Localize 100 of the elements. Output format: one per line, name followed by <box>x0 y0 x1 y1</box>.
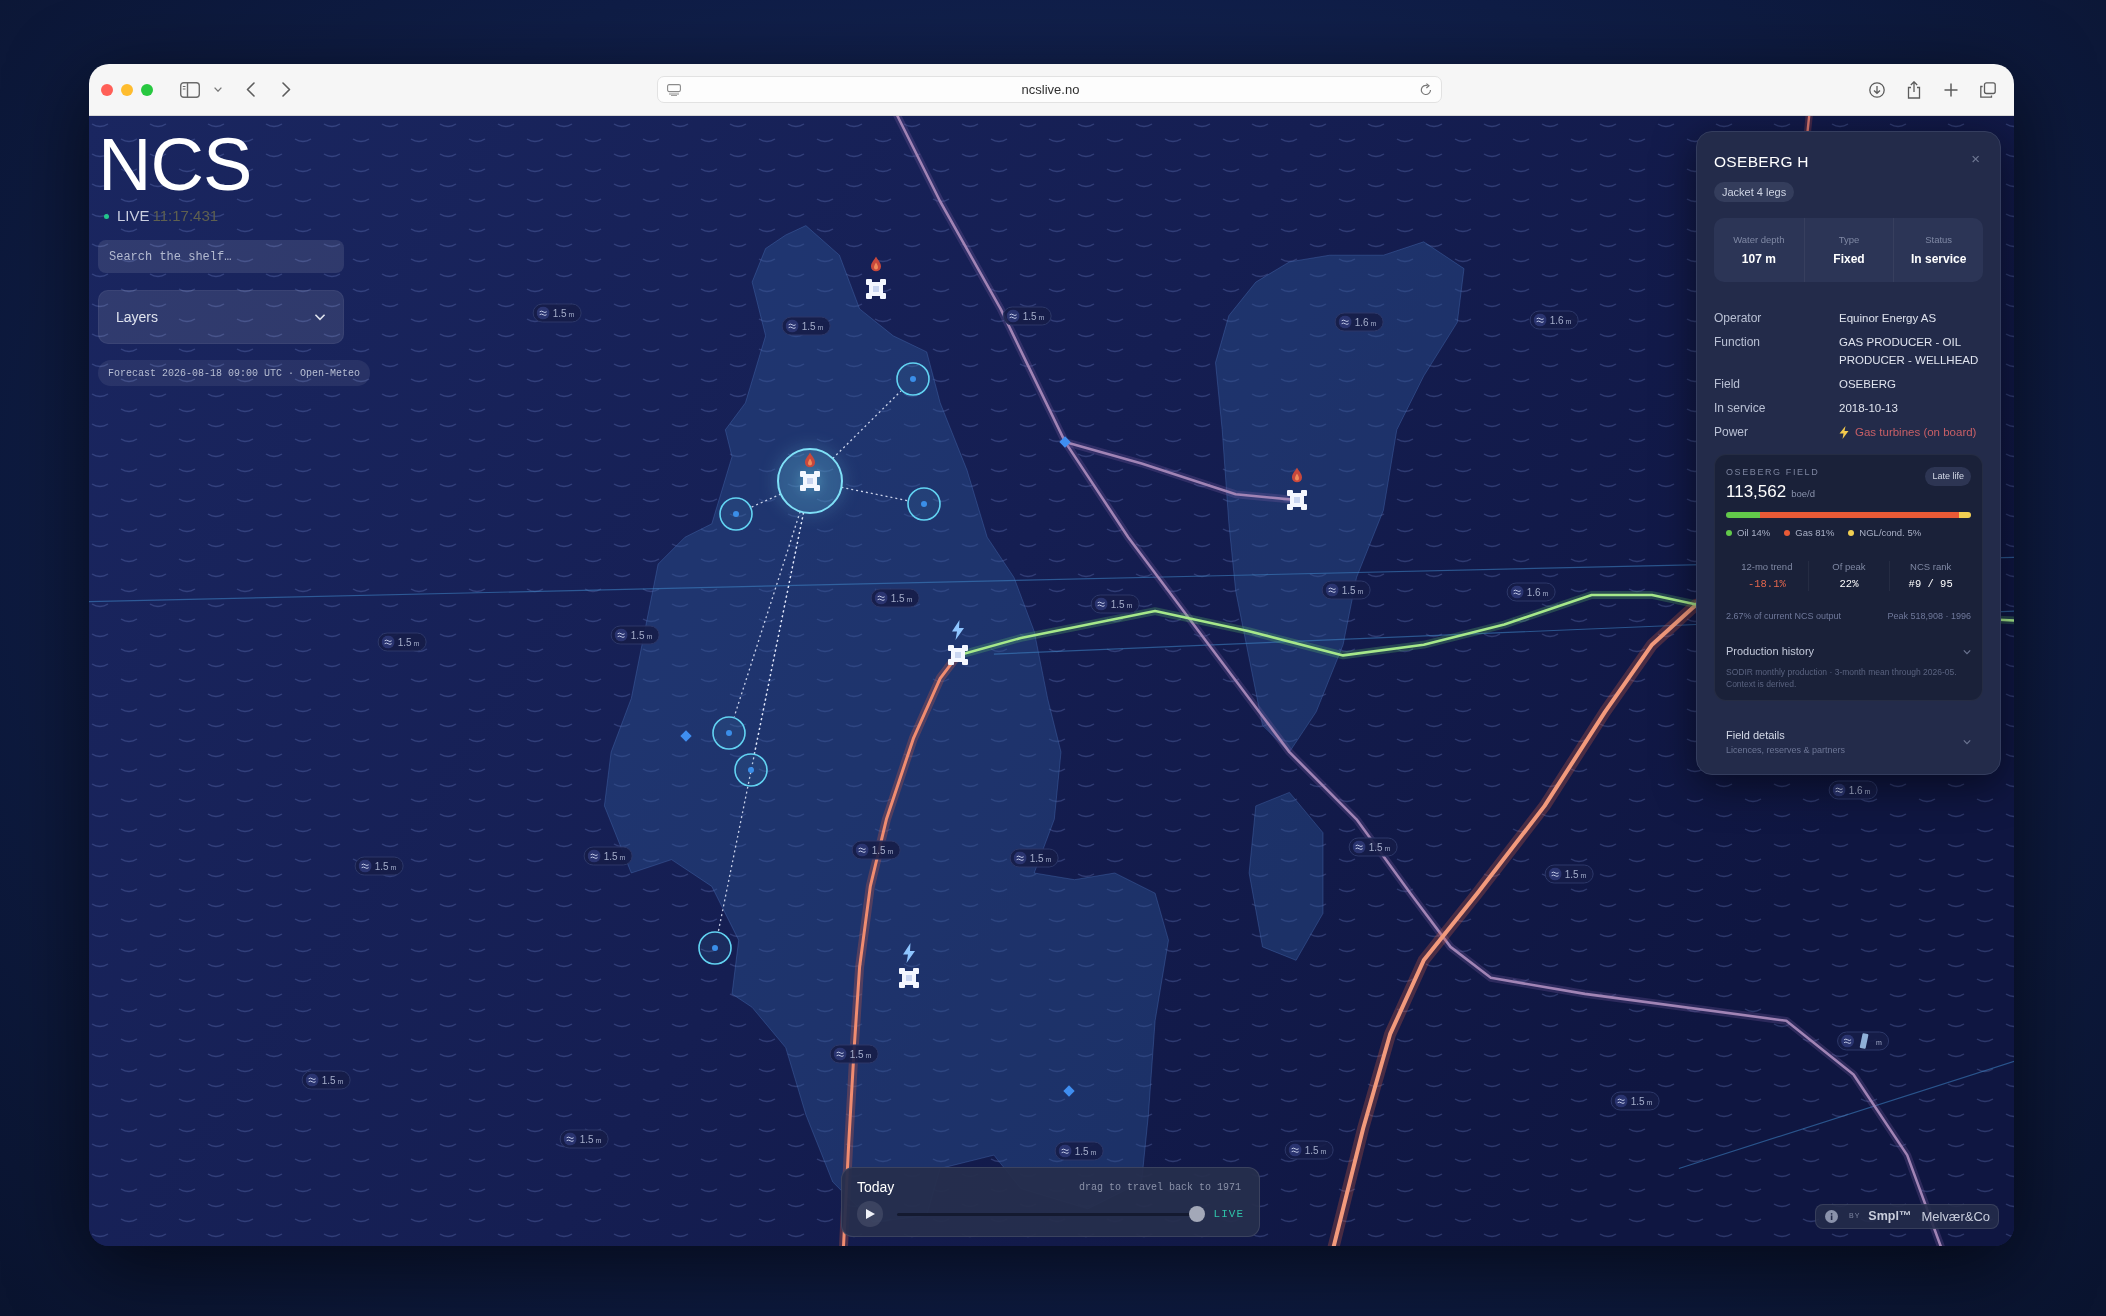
close-window-icon[interactable] <box>101 83 113 96</box>
slider-thumb[interactable] <box>1188 1206 1205 1222</box>
wave-icon <box>1058 1144 1072 1158</box>
wave-icon <box>1548 867 1562 881</box>
property-label: Power <box>1714 424 1749 441</box>
platform-icon[interactable] <box>776 447 844 515</box>
production-unit: boe/d <box>1791 487 1815 501</box>
structure-badge: Jacket 4 legs <box>1714 182 1795 202</box>
production-value: 113,562 <box>1726 481 1787 503</box>
download-icon[interactable] <box>1869 81 1885 98</box>
property-value: Gas turbines (on board) <box>1855 425 1977 440</box>
production-history-toggle[interactable]: Production history <box>1726 645 1971 658</box>
field-details-toggle[interactable]: Field details Licences, reserves & partners <box>1714 728 1983 756</box>
field-name: OSEBERG FIELD <box>1726 466 1820 479</box>
property-label: In service <box>1714 400 1767 417</box>
dotted-connector-line <box>832 390 902 460</box>
wave-icon <box>1006 309 1020 323</box>
stat-value: 107 m <box>1741 251 1776 267</box>
wave-icon <box>855 843 869 857</box>
property-value: GAS PRODUCER - OIL PRODUCER - WELLHEAD <box>1839 335 1980 368</box>
diamond-icon <box>1059 436 1071 448</box>
well-marker[interactable] <box>896 362 930 396</box>
share-note: 2.67% of current NCS output <box>1726 610 1842 622</box>
property-value: Equinor Energy AS <box>1839 311 1938 326</box>
chevron-down-icon[interactable] <box>214 87 222 92</box>
peak-note: Peak 518,908 · 1996 <box>1887 610 1971 622</box>
wave-icon <box>1510 585 1524 599</box>
property-value: 2018-10-13 <box>1839 401 1899 416</box>
stat-value: In service <box>1910 251 1967 267</box>
new-tab-icon[interactable] <box>1943 81 1959 98</box>
back-icon[interactable] <box>246 82 255 97</box>
dotted-connector-line <box>750 493 782 508</box>
wave-icon <box>1352 840 1366 854</box>
wave-icon <box>358 859 372 873</box>
address-bar[interactable]: ncslive.no <box>657 76 1442 103</box>
metric-label: NCS rank <box>1910 561 1952 573</box>
wave-icon <box>305 1073 319 1087</box>
live-label: LIVE <box>117 207 150 225</box>
lightning-icon <box>902 943 916 963</box>
wave-icon <box>1533 313 1547 327</box>
platform-icon[interactable] <box>1285 488 1309 512</box>
well-marker[interactable] <box>719 497 753 531</box>
tabs-icon[interactable] <box>1980 81 1996 98</box>
well-marker[interactable] <box>698 931 732 965</box>
forecast-label: Forecast 2026-08-18 09:00 UTC · Open-Meteo <box>98 360 371 386</box>
play-button[interactable] <box>857 1201 883 1227</box>
flame-icon <box>805 452 815 468</box>
forward-icon[interactable] <box>282 82 291 97</box>
wave-icon <box>874 591 888 605</box>
brand-link[interactable]: Smpl™ <box>1868 1207 1912 1226</box>
stat-label: Type <box>1838 233 1860 246</box>
live-clock: 11:17:431 <box>152 207 219 225</box>
sidebar-icon[interactable] <box>180 81 200 98</box>
wave-icon <box>563 1132 577 1146</box>
history-note: SODIR monthly production · 3-month mean through 2026-05. Context is derived. <box>1726 666 1958 690</box>
flame-icon <box>1292 467 1302 483</box>
app-title: NCS <box>98 128 252 202</box>
metric-value: 22% <box>1839 578 1859 591</box>
legend-label: Oil 14% <box>1737 527 1771 539</box>
legend-label: NGL/cond. 5% <box>1859 527 1922 539</box>
platform-name: OSEBERG H <box>1714 152 1809 172</box>
lifecycle-badge: Late life <box>1925 467 1971 486</box>
wave-icon <box>614 628 628 642</box>
diamond-icon <box>1063 1085 1075 1097</box>
stat-value: Fixed <box>1833 251 1865 267</box>
live-label: LIVE <box>1213 1206 1244 1222</box>
metric-label: Of peak <box>1832 561 1866 573</box>
metric-label: 12-mo trend <box>1741 561 1793 573</box>
wave-icon <box>536 306 550 320</box>
platform-icon[interactable] <box>946 643 970 667</box>
lightning-icon <box>1839 425 1849 439</box>
flame-icon <box>871 256 881 272</box>
wave-icon <box>1288 1143 1302 1157</box>
legend-label: Gas 81% <box>1795 527 1835 539</box>
property-label: Operator <box>1714 310 1763 327</box>
well-marker[interactable] <box>712 716 746 750</box>
wave-icon <box>785 319 799 333</box>
property-value: OSEBERG <box>1839 377 1897 392</box>
wave-icon <box>587 849 601 863</box>
well-marker[interactable] <box>907 487 941 521</box>
layers-dropdown[interactable]: Layers <box>98 290 344 344</box>
info-icon[interactable] <box>1825 1210 1838 1223</box>
wave-icon <box>1832 783 1846 797</box>
platform-icon[interactable] <box>864 277 888 301</box>
metric-value: #9 / 95 <box>1908 578 1953 591</box>
well-marker[interactable] <box>734 753 768 787</box>
wave-icon <box>833 1047 847 1061</box>
page-menu-icon[interactable] <box>667 83 681 96</box>
platform-icon[interactable] <box>897 966 921 990</box>
property-label: Function <box>1714 334 1762 351</box>
wave-icon <box>381 635 395 649</box>
brand-link[interactable]: Melvær&Co <box>1921 1206 1991 1227</box>
property-label: Field <box>1714 376 1741 393</box>
reload-icon[interactable] <box>1420 83 1432 96</box>
diamond-icon <box>680 730 692 742</box>
timeline-hint: drag to travel back to 1971 <box>1078 1180 1241 1195</box>
wave-icon <box>1325 583 1339 597</box>
stat-label: Water depth <box>1733 233 1785 246</box>
stat-label: Status <box>1925 233 1953 246</box>
share-icon[interactable] <box>1906 80 1922 99</box>
